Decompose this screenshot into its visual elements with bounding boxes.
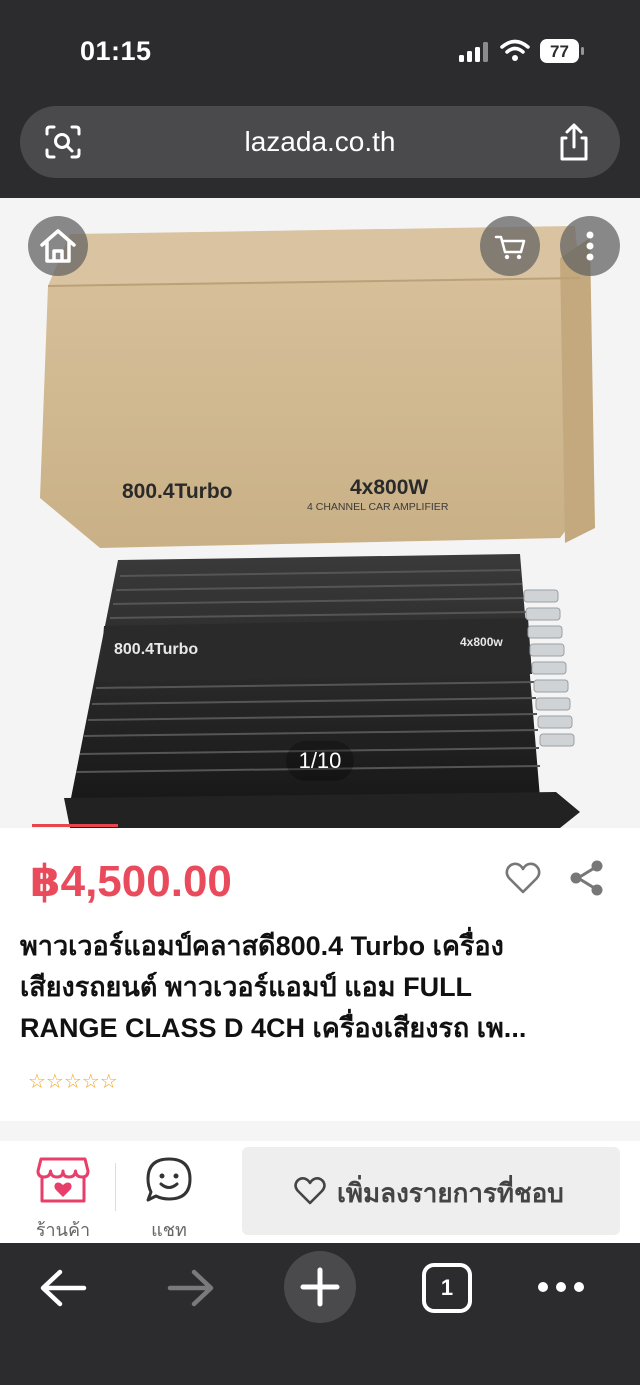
more-vertical-icon (586, 231, 594, 261)
heart-icon[interactable] (504, 860, 542, 896)
product-title-line: RANGE CLASS D 4CH เครื่องเสียงรถ เพ... (20, 1013, 527, 1043)
store-icon (36, 1157, 90, 1203)
box-model-text: 800.4Turbo (122, 480, 232, 503)
share-icon[interactable] (556, 122, 592, 162)
product-title-line: เสียงรถยนต์ พาวเวอร์แอมป์ แอม FULL (20, 972, 473, 1002)
product-price: ฿4,500.00 (30, 857, 232, 906)
chat-button[interactable]: แชท (126, 1151, 212, 1241)
heart-icon (294, 1177, 326, 1205)
box-power-text: 4x800W (350, 476, 428, 499)
forward-arrow-icon[interactable] (166, 1267, 216, 1309)
action-divider (115, 1163, 116, 1211)
status-bar: 01:15 77 (0, 0, 640, 100)
address-bar[interactable]: lazada.co.th (20, 106, 620, 178)
amp-power-text: 4x800w (460, 635, 503, 649)
battery-icon: 77 (540, 39, 584, 63)
back-arrow-icon[interactable] (38, 1267, 88, 1309)
gallery-progress-indicator (32, 824, 118, 827)
more-options-button[interactable] (560, 216, 620, 276)
cellular-signal-icon (459, 42, 491, 62)
url-domain[interactable]: lazada.co.th (20, 126, 620, 158)
product-page: 800.4Turbo 4x800W 4 CHANNEL CAR AMPLIFIE… (0, 198, 640, 1243)
cart-icon (494, 235, 526, 260)
browser-toolbar: 1 (0, 1243, 640, 1385)
more-horizontal-icon[interactable] (536, 1279, 586, 1295)
product-action-bar: ร้านค้า แชท เพิ่มลงรายการที่ชอบ (0, 1141, 640, 1243)
amp-model-text: 800.4Turbo (114, 641, 198, 658)
battery-level: 77 (550, 42, 569, 61)
shop-label: ร้านค้า (35, 1220, 91, 1240)
home-icon (40, 229, 76, 263)
share-nodes-icon[interactable] (567, 858, 607, 898)
status-time: 01:15 (80, 36, 152, 66)
box-subtitle-text: 4 CHANNEL CAR AMPLIFIER (307, 501, 449, 513)
home-button[interactable] (28, 216, 88, 276)
section-divider (0, 1121, 640, 1141)
product-title-line: พาวเวอร์แอมป์คลาสดี800.4 Turbo เครื่อง (20, 931, 504, 961)
shop-button[interactable]: ร้านค้า (20, 1151, 106, 1241)
cart-button[interactable] (480, 216, 540, 276)
product-title: พาวเวอร์แอมป์คลาสดี800.4 Turbo เครื่อง เ… (20, 926, 620, 1049)
add-to-wishlist-button[interactable]: เพิ่มลงรายการที่ชอบ (242, 1147, 620, 1235)
image-counter: 1/10 (286, 741, 354, 781)
star-rating-icons: ☆☆☆☆☆ (28, 1071, 118, 1093)
product-image-gallery[interactable]: 800.4Turbo 4x800W 4 CHANNEL CAR AMPLIFIE… (0, 198, 640, 828)
wishlist-label: เพิ่มลงรายการที่ชอบ (337, 1178, 564, 1208)
wifi-icon (500, 39, 530, 61)
rating-stars[interactable]: ☆☆☆☆☆ (28, 1071, 118, 1093)
tabs-button[interactable]: 1 (422, 1263, 472, 1313)
chat-label: แชท (151, 1220, 187, 1240)
chat-icon (146, 1157, 192, 1202)
product-photo: 800.4Turbo 4x800W 4 CHANNEL CAR AMPLIFIE… (0, 198, 640, 828)
new-tab-button[interactable] (284, 1251, 356, 1323)
plus-icon (300, 1267, 340, 1307)
